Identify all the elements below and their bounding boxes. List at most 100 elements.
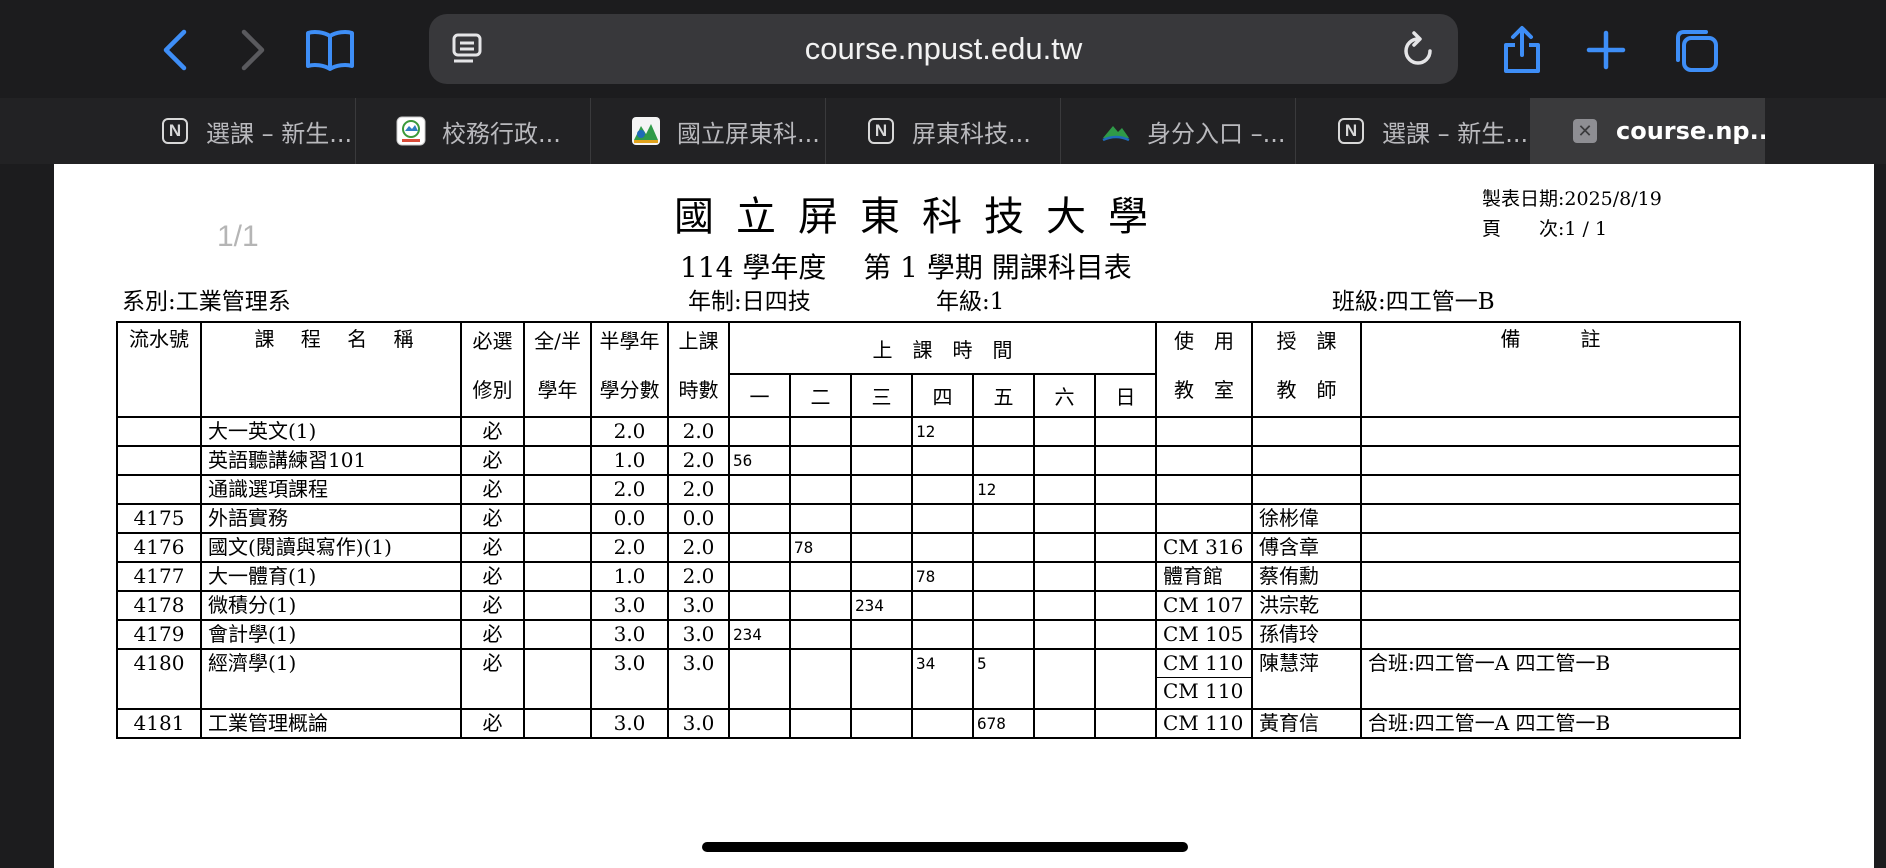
- schedule-cell: [789, 708, 852, 739]
- course-name: 微積分(1): [200, 590, 462, 621]
- course-requirement: 必: [460, 708, 525, 739]
- course-term: [523, 590, 592, 621]
- schedule-cell: [1094, 648, 1157, 710]
- tab-6[interactable]: N 選課 – 新生...: [1295, 98, 1530, 164]
- table-row: 4181 工業管理概論必 3.0 3.0 678 CM 110 黃育信 合班:四工管一A 四工…: [116, 708, 1741, 739]
- tab-4[interactable]: N 屏東科技...: [825, 98, 1060, 164]
- course-hours: 3.0: [667, 648, 730, 710]
- course-credits: 0.0: [590, 503, 669, 534]
- header-credits-bottom: 學分數: [599, 378, 660, 402]
- course-classroom: CM 110: [1155, 708, 1253, 739]
- course-teacher: 洪宗乾: [1251, 590, 1362, 621]
- course-requirement: 必: [460, 416, 525, 447]
- schedule-cell: 5: [972, 648, 1035, 710]
- course-teacher: [1251, 416, 1362, 447]
- schedule-cell: [972, 503, 1035, 534]
- reload-icon[interactable]: [1400, 29, 1436, 73]
- tab-overview-icon[interactable]: [1668, 22, 1724, 78]
- schedule-cell: [789, 445, 852, 476]
- schedule-cell: 678: [972, 708, 1035, 739]
- new-tab-icon[interactable]: [1578, 22, 1634, 78]
- course-teacher: [1251, 474, 1362, 505]
- header-teacher: 授 課教 師: [1251, 321, 1362, 418]
- course-classroom: CM 105: [1155, 619, 1253, 650]
- header-hours-top: 上課: [678, 329, 719, 353]
- header-term-top: 全/半: [534, 329, 581, 353]
- schedule-cell: [728, 416, 791, 447]
- table-row: 4180 經濟學(1) 必 3.0 3.0 34 5 CM 110 CM 110 陳慧萍 合班:四工…: [116, 648, 1741, 710]
- table-row: 4176 國文(閱讀與寫作)(1) 必 2.0 2.0 78 CM 316 傅含章: [116, 532, 1741, 563]
- schedule-cell: [728, 503, 791, 534]
- schedule-cell: [1033, 561, 1096, 592]
- course-name: 國文(閱讀與寫作)(1): [200, 532, 462, 563]
- tab-5[interactable]: 身分入口 –...: [1060, 98, 1295, 164]
- schedule-cell: [789, 619, 852, 650]
- course-name: 會計學(1): [200, 619, 462, 650]
- header-day-tue: 二: [789, 373, 852, 418]
- course-requirement: 必: [460, 503, 525, 534]
- tab-1[interactable]: N 選課 – 新生...: [120, 98, 355, 164]
- course-teacher: 傅含章: [1251, 532, 1362, 563]
- header-requirement: 必選 修別: [460, 321, 525, 418]
- course-classroom: 體育館: [1155, 561, 1253, 592]
- course-remark: 合班:四工管一A 四工管一B: [1360, 708, 1741, 739]
- course-serial: 4176: [116, 532, 202, 563]
- tab-active[interactable]: ✕ course.np...: [1530, 98, 1765, 164]
- grade-label: 年級:1: [936, 289, 1005, 315]
- tab-3[interactable]: 國立屏東科...: [590, 98, 825, 164]
- schedule-cell: [1094, 619, 1157, 650]
- notion-icon: N: [1336, 116, 1366, 146]
- header-credits: 半學年 學分數: [590, 321, 669, 418]
- course-name: 經濟學(1): [200, 648, 462, 710]
- course-remark: [1360, 445, 1741, 476]
- schedule-cell: [911, 445, 974, 476]
- schedule-cell: [1033, 474, 1096, 505]
- share-icon[interactable]: [1494, 22, 1550, 78]
- table-row: 大一英文(1) 必 2.0 2.0 12: [116, 416, 1741, 447]
- course-remark: [1360, 590, 1741, 621]
- schedule-cell: [850, 708, 913, 739]
- schedule-cell: [1033, 708, 1096, 739]
- schedule-cell: [728, 474, 791, 505]
- schedule-cell: 234: [728, 619, 791, 650]
- course-requirement: 必: [460, 590, 525, 621]
- page-count: 頁 次:1 / 1: [1482, 218, 1608, 240]
- table-row: 通識選項課程必 2.0 2.0 12: [116, 474, 1741, 505]
- bookmarks-icon[interactable]: [302, 22, 358, 78]
- tab-label: 校務行政...: [442, 119, 561, 148]
- url-text[interactable]: course.npust.edu.tw: [429, 14, 1458, 84]
- tab-label: 國立屏東科...: [677, 119, 820, 148]
- classroom-line: CM 110: [1163, 651, 1244, 675]
- forward-icon[interactable]: [224, 22, 280, 78]
- header-day-mon: 一: [728, 373, 791, 418]
- course-serial: 4179: [116, 619, 202, 650]
- course-credits: 2.0: [590, 474, 669, 505]
- course-term: [523, 648, 592, 710]
- course-remark: 合班:四工管一A 四工管一B: [1360, 648, 1741, 710]
- schedule-cell: [972, 590, 1035, 621]
- course-name: 大一英文(1): [200, 416, 462, 447]
- schedule-cell: [850, 503, 913, 534]
- course-teacher: 蔡侑勳: [1251, 561, 1362, 592]
- schedule-cell: [728, 708, 791, 739]
- table-row: 4179 會計學(1) 必 3.0 3.0 234 CM 105 孫倩玲: [116, 619, 1741, 650]
- table-row: 英語聽講練習101 必 1.0 2.0 56: [116, 445, 1741, 476]
- course-serial: [116, 416, 202, 447]
- course-hours: 2.0: [667, 445, 730, 476]
- table-row: 4178 微積分(1) 必 3.0 3.0 234 CM 107 洪宗乾: [116, 590, 1741, 621]
- header-room-top: 使 用: [1174, 329, 1234, 353]
- course-serial: 4180: [116, 648, 202, 710]
- header-req-top: 必選: [472, 329, 513, 353]
- back-icon[interactable]: [148, 22, 204, 78]
- header-classroom: 使 用教 室: [1155, 321, 1253, 418]
- address-bar[interactable]: course.npust.edu.tw: [429, 14, 1458, 84]
- schedule-cell: 34: [911, 648, 974, 710]
- close-icon[interactable]: ✕: [1570, 116, 1600, 146]
- schedule-cell: [850, 561, 913, 592]
- course-teacher: 黃育信: [1251, 708, 1362, 739]
- tab-2[interactable]: 校務行政...: [355, 98, 590, 164]
- course-hours: 3.0: [667, 708, 730, 739]
- schedule-cell: [728, 590, 791, 621]
- course-credits: 2.0: [590, 532, 669, 563]
- schedule-cell: [1033, 619, 1096, 650]
